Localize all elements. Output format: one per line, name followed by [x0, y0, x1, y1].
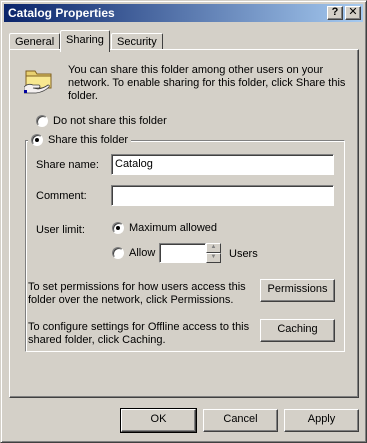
close-icon: ✕	[348, 6, 358, 18]
cancel-button[interactable]: Cancel	[203, 409, 278, 432]
allow-radio[interactable]	[112, 247, 124, 259]
maximum-allowed-radio-row[interactable]: Maximum allowed	[112, 222, 217, 234]
share-name-label: Share name:	[36, 159, 99, 171]
sharing-panel: You can share this folder among other us…	[9, 49, 359, 398]
share-this-folder-radio[interactable]	[31, 134, 43, 146]
spin-up-button[interactable]: ▲	[206, 243, 221, 253]
close-button[interactable]: ✕	[345, 6, 361, 20]
share-name-input[interactable]: Catalog	[111, 154, 334, 175]
tab-sharing[interactable]: Sharing	[60, 30, 110, 52]
tab-label: General	[15, 36, 55, 48]
chevron-up-icon: ▲	[210, 244, 217, 250]
sharing-description: You can share this folder among other us…	[68, 64, 346, 102]
help-button[interactable]: ?	[327, 6, 343, 20]
window-title: Catalog Properties	[8, 6, 115, 20]
spin-down-button[interactable]: ▼	[206, 253, 221, 263]
share-this-folder-label: Share this folder	[48, 134, 129, 146]
user-count-input[interactable]	[159, 243, 206, 263]
tab-label: Security	[117, 36, 157, 48]
allow-label: Allow	[129, 247, 156, 259]
title-bar[interactable]: Catalog Properties ? ✕	[4, 4, 363, 22]
do-not-share-radio-row[interactable]: Do not share this folder	[36, 115, 167, 127]
do-not-share-label: Do not share this folder	[53, 115, 167, 127]
shared-folder-icon	[24, 70, 52, 94]
allow-radio-row[interactable]: Allow	[112, 247, 155, 259]
comment-label: Comment:	[36, 190, 87, 202]
user-count-spinner[interactable]: ▲ ▼	[206, 243, 222, 263]
help-icon: ?	[331, 6, 339, 18]
do-not-share-radio[interactable]	[36, 115, 48, 127]
tab-label: Sharing	[66, 34, 104, 46]
maximum-allowed-radio[interactable]	[112, 222, 124, 234]
caching-description: To configure settings for Offline access…	[28, 321, 250, 346]
permissions-button[interactable]: Permissions	[260, 279, 335, 302]
apply-button[interactable]: Apply	[284, 409, 359, 432]
comment-input[interactable]	[111, 185, 334, 206]
caching-button[interactable]: Caching	[260, 319, 335, 342]
users-label: Users	[229, 248, 258, 260]
user-limit-label: User limit:	[36, 224, 85, 236]
maximum-allowed-label: Maximum allowed	[129, 222, 218, 234]
share-this-folder-radio-row[interactable]: Share this folder	[28, 134, 132, 146]
permissions-description: To set permissions for how users access …	[28, 281, 246, 306]
chevron-down-icon: ▼	[210, 254, 217, 260]
properties-dialog: Catalog Properties ? ✕ General Sharing S…	[0, 0, 367, 443]
ok-button[interactable]: OK	[120, 408, 197, 433]
